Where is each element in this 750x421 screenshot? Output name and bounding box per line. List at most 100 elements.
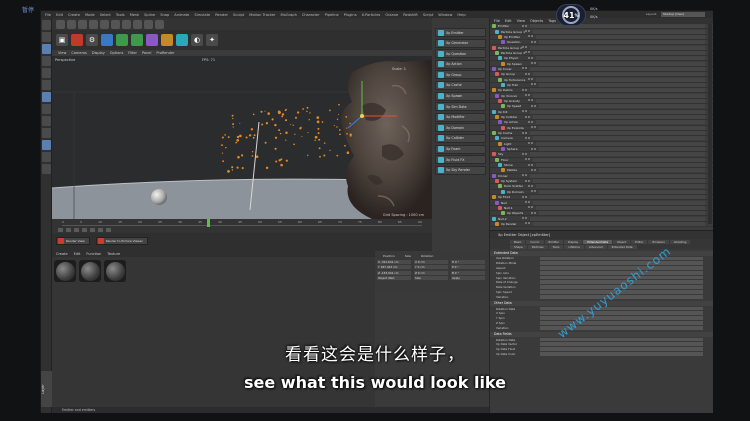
subdivision-icon[interactable] — [131, 34, 143, 46]
attribute-field[interactable] — [540, 261, 703, 266]
menu-item[interactable]: Mesh — [130, 13, 139, 17]
live-select-icon[interactable] — [78, 19, 87, 29]
object-menu-item[interactable]: File — [494, 19, 500, 23]
coordinate-field[interactable]: H 0 ° — [451, 259, 485, 264]
sphere-object[interactable] — [151, 189, 167, 205]
attribute-field[interactable] — [540, 316, 703, 321]
scale-tool-icon[interactable] — [42, 68, 51, 78]
visibility-dots[interactable] — [528, 99, 536, 102]
material-swatch[interactable] — [104, 260, 126, 282]
material-menu-item[interactable]: Texture — [107, 252, 120, 256]
visibility-dots[interactable] — [528, 56, 536, 60]
edges-mode-icon[interactable] — [42, 128, 51, 138]
visibility-dots[interactable] — [525, 222, 533, 225]
visibility-dots[interactable] — [528, 120, 536, 124]
object-menu-item[interactable]: View — [517, 19, 525, 23]
visibility-dots[interactable] — [531, 62, 539, 65]
coordinate-field[interactable]: Apply — [451, 276, 485, 280]
visibility-dots[interactable] — [525, 201, 533, 204]
go-start-icon[interactable] — [58, 228, 63, 232]
undo-icon[interactable] — [42, 20, 51, 30]
coordinate-field[interactable]: P 0 ° — [451, 265, 485, 269]
command-button[interactable]: Xp Generator — [435, 38, 486, 48]
coordinate-field[interactable]: X -321.641 cm — [377, 259, 411, 264]
menu-item[interactable]: Spline — [144, 13, 155, 17]
menu-item[interactable]: MoGraph — [281, 13, 297, 17]
timeline-ruler[interactable]: 0 5 10 15 20 25 30 35 40 45 50 55 60 65 70 75 80 85 90 — [62, 220, 422, 226]
menu-item[interactable]: Animate — [174, 13, 189, 17]
attribute-tab[interactable]: Emitter — [544, 240, 563, 244]
visibility-dots[interactable] — [522, 88, 530, 92]
visibility-dots[interactable] — [522, 152, 530, 156]
object-menu-item[interactable]: Tags — [548, 19, 556, 23]
attribute-tab[interactable]: Ghosting — [669, 240, 691, 244]
go-end-icon[interactable] — [90, 228, 95, 232]
menu-item[interactable]: File — [45, 13, 51, 17]
command-button[interactable]: Xp Fluid FX — [435, 155, 486, 165]
coordinate-field[interactable]: X 0 cm — [414, 259, 448, 264]
snap-icon[interactable] — [42, 164, 51, 174]
attribute-field[interactable] — [540, 266, 703, 270]
object-menu-item[interactable]: Objects — [530, 19, 543, 23]
pause-label[interactable]: 暂停 — [22, 5, 34, 14]
render-region-icon[interactable]: ▣ — [56, 34, 68, 46]
menu-item[interactable]: Sculpt — [233, 13, 244, 17]
menu-item[interactable]: X-Particles — [362, 13, 381, 17]
attribute-tab[interactable]: Editor — [631, 240, 648, 244]
visibility-dots[interactable] — [531, 168, 539, 172]
viewport-menu-item[interactable]: View — [58, 51, 66, 55]
axis-mode-icon[interactable] — [42, 152, 51, 162]
visibility-dots[interactable] — [531, 190, 539, 193]
visibility-dots[interactable] — [528, 163, 536, 167]
visibility-dots[interactable] — [522, 110, 530, 113]
visibility-dots[interactable] — [528, 206, 536, 209]
redo-button-icon[interactable] — [67, 19, 76, 29]
visibility-dots[interactable] — [531, 40, 539, 44]
menu-item[interactable]: Help — [457, 13, 465, 17]
x-axis-icon[interactable] — [122, 19, 131, 29]
attribute-tab[interactable]: Extended Data — [607, 245, 637, 249]
visibility-dots[interactable] — [525, 115, 533, 119]
coordinate-field[interactable]: B 0 ° — [451, 270, 485, 275]
visibility-dots[interactable] — [531, 211, 539, 215]
visibility-dots[interactable] — [525, 179, 533, 183]
z-axis-icon[interactable] — [144, 19, 153, 29]
viewport-3d[interactable]: Perspective FPS: 71 Scale: 1 Grid Spacin… — [52, 56, 432, 219]
viewport-menu-item[interactable]: Options — [110, 51, 124, 55]
command-button[interactable]: Xp Emitter — [435, 28, 486, 37]
object-row[interactable]: Xp Render — [490, 221, 713, 228]
menu-item[interactable]: Script — [423, 13, 433, 17]
menu-item[interactable]: Pipeline — [325, 13, 339, 17]
visibility-dots[interactable] — [525, 30, 533, 33]
visibility-dots[interactable] — [525, 94, 533, 97]
layout-select[interactable]: Startup (User) — [661, 12, 705, 17]
menu-item[interactable]: Redshift — [403, 13, 418, 17]
menu-item[interactable]: Simulate — [194, 13, 210, 17]
cube-icon[interactable] — [101, 34, 113, 46]
command-button[interactable]: Xp Question — [435, 49, 486, 59]
menu-item[interactable]: Octane — [385, 13, 398, 17]
polygons-mode-icon[interactable] — [42, 140, 51, 150]
render-settings-icon[interactable]: ⚙ — [86, 34, 98, 46]
visibility-dots[interactable] — [522, 131, 530, 135]
menu-item[interactable]: Window — [438, 13, 452, 17]
world-coords-icon[interactable] — [155, 19, 164, 29]
visibility-dots[interactable] — [522, 195, 530, 199]
menu-item[interactable]: Plugins — [344, 13, 357, 17]
command-button[interactable]: Xp Sim Data — [435, 102, 486, 112]
menu-item[interactable]: Mode — [85, 13, 95, 17]
coordinate-field[interactable]: Y 0 cm — [414, 265, 448, 269]
menu-item[interactable]: Render — [215, 13, 228, 17]
material-swatch[interactable] — [54, 260, 76, 282]
attribute-tab[interactable]: Particles — [527, 245, 548, 249]
visibility-dots[interactable] — [522, 67, 530, 70]
visibility-dots[interactable] — [525, 72, 533, 76]
command-button[interactable]: Xp Cache — [435, 80, 486, 90]
rotate-tool-icon[interactable] — [42, 80, 51, 90]
deformer-icon[interactable] — [161, 34, 173, 46]
coordinate-field[interactable]: Z -153.941 cm — [377, 270, 411, 275]
play-icon[interactable] — [74, 228, 79, 232]
object-menu-item[interactable]: Edit — [505, 19, 512, 23]
menu-item[interactable]: Tools — [116, 13, 125, 17]
select-tool-icon[interactable] — [42, 44, 51, 54]
